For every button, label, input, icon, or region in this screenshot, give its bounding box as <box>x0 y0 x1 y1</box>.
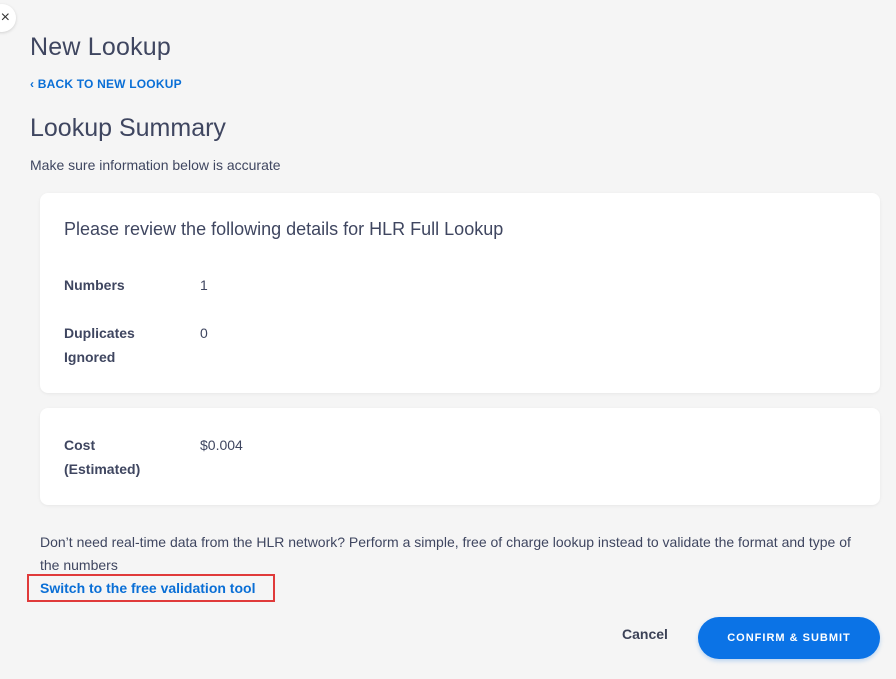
subtitle: Make sure information below is accurate <box>30 157 281 173</box>
page-title: New Lookup <box>30 33 171 61</box>
review-card-heading: Please review the following details for … <box>64 219 504 239</box>
section-title: Lookup Summary <box>30 114 226 142</box>
cost-card: Cost (Estimated) $0.004 <box>40 408 880 505</box>
confirm-submit-button[interactable]: CONFIRM & SUBMIT <box>698 617 880 659</box>
duplicates-ignored-label: Duplicates Ignored <box>64 325 135 365</box>
review-card: Please review the following details for … <box>40 193 880 393</box>
numbers-value: 1 <box>200 277 208 293</box>
duplicates-ignored-value: 0 <box>200 325 208 341</box>
cost-label: Cost (Estimated) <box>64 437 141 477</box>
numbers-label: Numbers <box>64 277 125 293</box>
free-lookup-info-text: Don’t need real-time data from the HLR n… <box>40 534 851 573</box>
cancel-button[interactable]: Cancel <box>612 624 678 644</box>
close-icon[interactable]: × <box>0 4 16 32</box>
free-validation-tool-link[interactable]: Switch to the free validation tool <box>40 580 255 596</box>
back-to-new-lookup-link[interactable]: ‹ BACK TO NEW LOOKUP <box>30 77 182 91</box>
cost-value: $0.004 <box>200 437 243 453</box>
